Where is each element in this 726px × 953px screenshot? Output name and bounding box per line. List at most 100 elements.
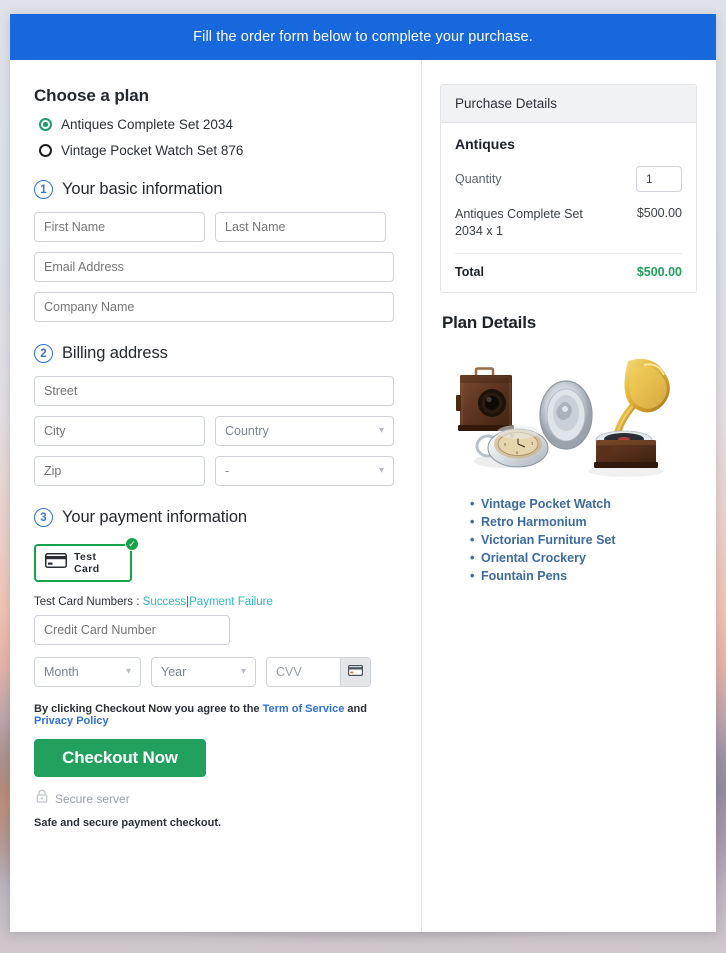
cvv-input[interactable]: CVV bbox=[267, 658, 340, 686]
chevron-down-icon: ▾ bbox=[125, 666, 131, 677]
plan-details-title: Plan Details bbox=[442, 312, 536, 332]
total-label: Total bbox=[455, 264, 484, 279]
step-title: Billing address bbox=[62, 344, 168, 362]
choose-plan-title: Choose a plan bbox=[34, 86, 149, 105]
pocket-watch-illustration: 123 69 bbox=[474, 424, 549, 468]
check-circle-icon: ✓ bbox=[125, 537, 139, 551]
purchase-details-header: Purchase Details bbox=[441, 85, 696, 123]
quantity-input[interactable]: 1 bbox=[636, 166, 682, 192]
credit-card-icon bbox=[348, 663, 364, 681]
first-name-input[interactable] bbox=[34, 212, 205, 242]
step-number-badge: 3 bbox=[34, 508, 53, 527]
radio-selected-icon[interactable] bbox=[39, 118, 52, 131]
terms-agreement-text: By clicking Checkout Now you agree to th… bbox=[34, 703, 401, 727]
city-input[interactable] bbox=[34, 416, 205, 446]
lock-icon bbox=[36, 789, 48, 808]
box-camera-illustration bbox=[456, 367, 514, 431]
chevron-down-icon: ▾ bbox=[378, 465, 384, 476]
credit-card-number-input[interactable] bbox=[34, 615, 230, 645]
street-field-row bbox=[34, 376, 401, 406]
checkout-card: Fill the order form below to complete yo… bbox=[10, 14, 716, 932]
state-select[interactable]: - ▾ bbox=[215, 456, 394, 486]
country-select[interactable]: Country ▾ bbox=[215, 416, 394, 446]
safe-payment-note: Safe and secure payment checkout. bbox=[34, 817, 222, 829]
order-form-column: Choose a plan Antiques Complete Set 2034… bbox=[10, 60, 422, 932]
plan-option-antiques[interactable]: Antiques Complete Set 2034 bbox=[39, 117, 401, 132]
svg-text:3: 3 bbox=[531, 441, 533, 446]
quantity-label: Quantity bbox=[455, 172, 502, 186]
cvv-field-group: CVV bbox=[266, 657, 371, 687]
chevron-down-icon: ▾ bbox=[378, 425, 384, 436]
plan-feature-list: Vintage Pocket Watch Retro Harmonium Vic… bbox=[470, 497, 697, 583]
list-item: Oriental Crockery bbox=[470, 551, 697, 565]
expiry-year-select[interactable]: Year ▾ bbox=[151, 657, 256, 687]
antique-items-image: 123 69 bbox=[456, 358, 670, 477]
step-title: Your basic information bbox=[62, 180, 223, 198]
summary-column: Purchase Details Antiques Quantity 1 Ant… bbox=[422, 60, 715, 932]
payment-failure-card-link[interactable]: Payment Failure bbox=[189, 596, 273, 608]
expiry-month-value: Month bbox=[44, 665, 79, 679]
name-fields-row bbox=[34, 212, 401, 242]
email-input[interactable] bbox=[34, 252, 394, 282]
list-item: Vintage Pocket Watch bbox=[470, 497, 697, 511]
test-card-numbers-label: Test Card Numbers : bbox=[34, 596, 140, 608]
secure-server-row: Secure server bbox=[36, 789, 401, 808]
step-number-badge: 1 bbox=[34, 180, 53, 199]
step-payment-information-header: 3 Your payment information bbox=[34, 508, 401, 527]
step-title: Your payment information bbox=[62, 508, 248, 526]
street-input[interactable] bbox=[34, 376, 394, 406]
step-basic-information-header: 1 Your basic information bbox=[34, 180, 401, 199]
success-card-link[interactable]: Success bbox=[143, 596, 186, 608]
total-amount: $500.00 bbox=[636, 264, 682, 279]
company-name-input[interactable] bbox=[34, 292, 394, 322]
credit-card-icon bbox=[45, 553, 67, 573]
list-item: Retro Harmonium bbox=[470, 515, 697, 529]
last-name-input[interactable] bbox=[215, 212, 386, 242]
secure-server-label: Secure server bbox=[55, 791, 130, 806]
terms-prefix: By clicking Checkout Now you agree to th… bbox=[34, 703, 260, 715]
list-item: Victorian Furniture Set bbox=[470, 533, 697, 547]
list-item: Fountain Pens bbox=[470, 569, 697, 583]
country-select-value: Country bbox=[225, 424, 269, 438]
plan-option-vintage-watch[interactable]: Vintage Pocket Watch Set 876 bbox=[39, 143, 401, 158]
privacy-policy-link[interactable]: Privacy Policy bbox=[34, 715, 109, 727]
email-field-row bbox=[34, 252, 401, 282]
checkout-now-button[interactable]: Checkout Now bbox=[34, 739, 206, 777]
terms-and: and bbox=[347, 703, 367, 715]
plan-option-label: Vintage Pocket Watch Set 876 bbox=[61, 143, 244, 158]
step-billing-address-header: 2 Billing address bbox=[34, 344, 401, 363]
company-field-row bbox=[34, 292, 401, 322]
silver-plate-illustration bbox=[539, 380, 593, 450]
chevron-down-icon: ▾ bbox=[240, 666, 246, 677]
term-of-service-link[interactable]: Term of Service bbox=[263, 703, 345, 715]
line-item-amount: $500.00 bbox=[636, 206, 682, 220]
city-country-row: Country ▾ bbox=[34, 416, 401, 446]
line-item-row: Antiques Complete Set 2034 x 1 $500.00 bbox=[455, 206, 682, 254]
zip-input[interactable] bbox=[34, 456, 205, 486]
radio-unselected-icon[interactable] bbox=[39, 144, 52, 157]
quantity-row: Quantity 1 bbox=[455, 166, 682, 192]
purchase-details-body: Antiques Quantity 1 Antiques Complete Se… bbox=[441, 123, 696, 292]
product-name: Antiques bbox=[455, 136, 515, 152]
state-select-value: - bbox=[225, 464, 230, 478]
test-card-numbers-line: Test Card Numbers : Success|Payment Fail… bbox=[34, 596, 401, 608]
total-row: Total $500.00 bbox=[455, 254, 682, 279]
expiry-month-select[interactable]: Month ▾ bbox=[34, 657, 141, 687]
line-item-description: Antiques Complete Set 2034 x 1 bbox=[455, 207, 583, 238]
step-number-badge: 2 bbox=[34, 344, 53, 363]
expiry-year-value: Year bbox=[161, 665, 187, 679]
zip-state-row: - ▾ bbox=[34, 456, 401, 486]
card-columns: Choose a plan Antiques Complete Set 2034… bbox=[10, 60, 716, 932]
gramophone-illustration bbox=[588, 358, 670, 477]
plan-option-label: Antiques Complete Set 2034 bbox=[61, 117, 233, 132]
cvv-help-button[interactable] bbox=[340, 658, 370, 686]
test-card-tile[interactable]: Test Card bbox=[34, 544, 132, 582]
purchase-details-panel: Purchase Details Antiques Quantity 1 Ant… bbox=[440, 84, 697, 293]
expiry-cvv-row: Month ▾ Year ▾ CVV bbox=[34, 657, 401, 687]
card-number-row bbox=[34, 615, 401, 645]
top-banner: Fill the order form below to complete yo… bbox=[10, 14, 716, 60]
svg-text:6: 6 bbox=[516, 450, 518, 455]
test-card-label: Test Card bbox=[74, 551, 100, 575]
test-card-option[interactable]: Test Card ✓ bbox=[34, 537, 139, 582]
svg-text:9: 9 bbox=[504, 442, 506, 447]
